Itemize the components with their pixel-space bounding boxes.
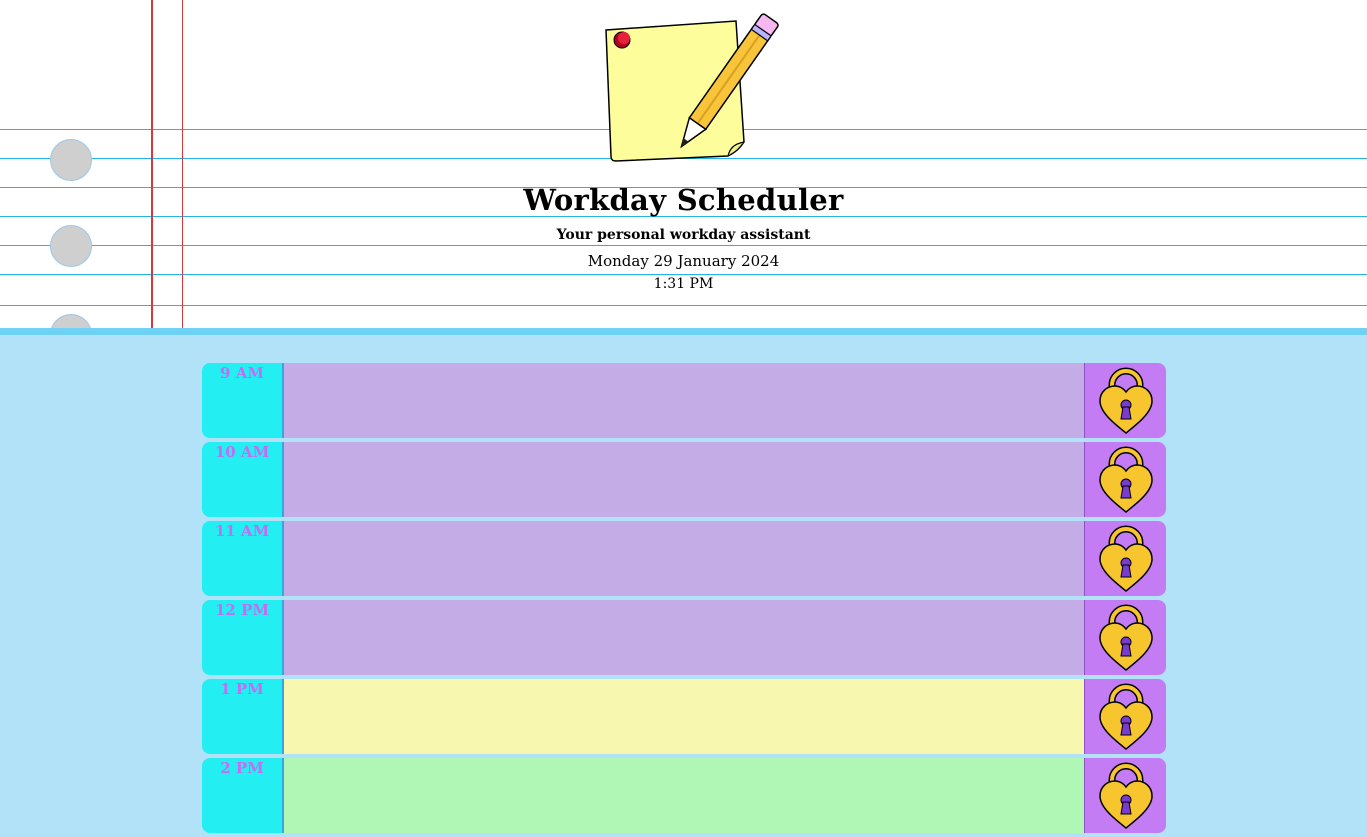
hour-label: 9 AM bbox=[202, 363, 284, 438]
heart-lock-icon bbox=[1098, 683, 1153, 750]
schedule-container: 9 AM 10 AM 11 AM 12 PM 1 PM 2 PM bbox=[202, 363, 1166, 837]
ruled-line bbox=[0, 274, 1367, 275]
hour-label: 11 AM bbox=[202, 521, 284, 596]
current-date: Monday 29 January 2024 bbox=[587, 252, 780, 270]
header-border bbox=[0, 328, 1367, 335]
time-block-row: 12 PM bbox=[202, 600, 1166, 675]
task-input[interactable] bbox=[284, 442, 1084, 517]
hour-label: 2 PM bbox=[202, 758, 284, 833]
task-input[interactable] bbox=[284, 363, 1084, 438]
time-block-row: 1 PM bbox=[202, 679, 1166, 754]
time-block-row: 10 AM bbox=[202, 442, 1166, 517]
save-button[interactable] bbox=[1084, 679, 1166, 754]
save-button[interactable] bbox=[1084, 363, 1166, 438]
save-button[interactable] bbox=[1084, 758, 1166, 833]
time-block-row: 11 AM bbox=[202, 521, 1166, 596]
hour-label: 1 PM bbox=[202, 679, 284, 754]
save-button[interactable] bbox=[1084, 521, 1166, 596]
ruled-line bbox=[0, 245, 1367, 246]
time-block-row: 9 AM bbox=[202, 363, 1166, 438]
page-subtitle: Your personal workday assistant bbox=[556, 227, 811, 243]
save-button[interactable] bbox=[1084, 600, 1166, 675]
task-input[interactable] bbox=[284, 758, 1084, 833]
heart-lock-icon bbox=[1098, 367, 1153, 434]
hour-label: 12 PM bbox=[202, 600, 284, 675]
heart-lock-icon bbox=[1098, 446, 1153, 513]
task-input[interactable] bbox=[284, 521, 1084, 596]
hour-label: 10 AM bbox=[202, 442, 284, 517]
current-time: 1:31 PM bbox=[653, 276, 714, 292]
task-input[interactable] bbox=[284, 600, 1084, 675]
heart-lock-icon bbox=[1098, 762, 1153, 829]
save-button[interactable] bbox=[1084, 442, 1166, 517]
time-block-row: 2 PM bbox=[202, 758, 1166, 833]
page-title: Workday Scheduler bbox=[523, 183, 844, 217]
binder-hole bbox=[50, 139, 92, 181]
sticky-note-pencil-icon bbox=[605, 13, 779, 162]
notebook-header: Workday Scheduler Your personal workday … bbox=[0, 0, 1367, 328]
heart-lock-icon bbox=[1098, 604, 1153, 671]
task-input[interactable] bbox=[284, 679, 1084, 754]
binder-hole bbox=[50, 314, 92, 328]
ruled-line bbox=[0, 305, 1367, 306]
heart-lock-icon bbox=[1098, 525, 1153, 592]
